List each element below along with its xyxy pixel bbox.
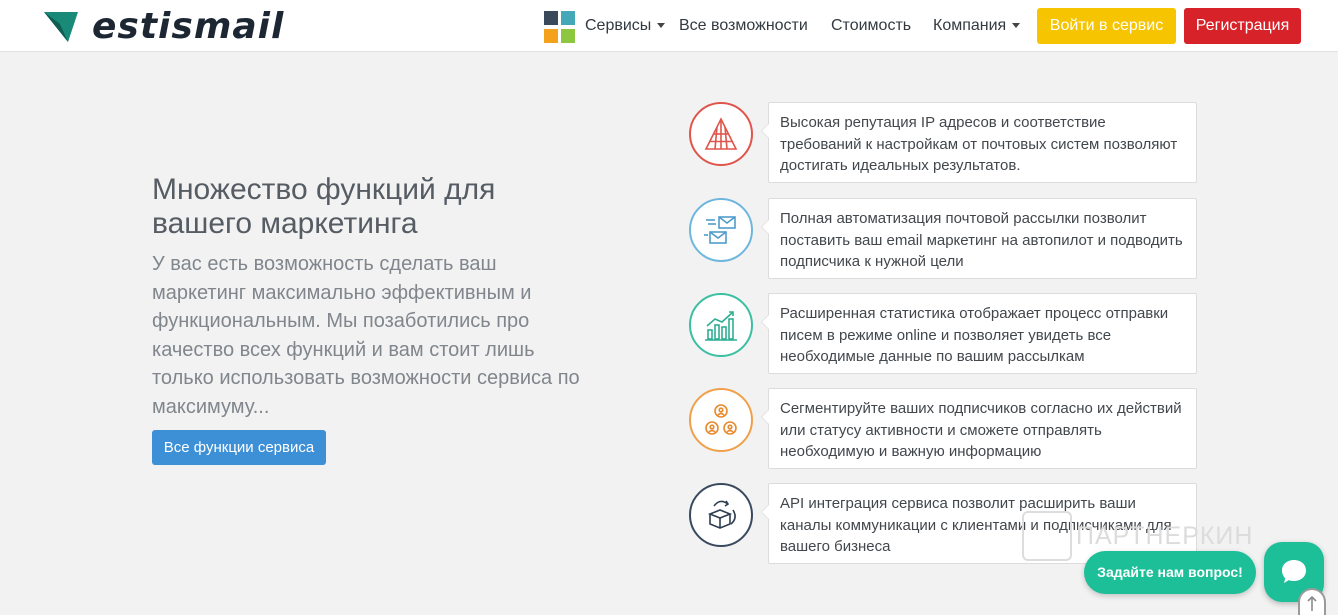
- feature-icon-5: [689, 483, 753, 547]
- pyramid-icon: [704, 117, 738, 150]
- feature-card-segmentation: Сегментируйте ваших подписчиков согласно…: [761, 388, 1197, 469]
- feature-icon-4: [689, 388, 753, 452]
- brand-logo[interactable]: estismail: [44, 6, 285, 47]
- feature-icon-1: [689, 102, 753, 166]
- chat-prompt-bubble[interactable]: Задайте нам вопрос!: [1084, 551, 1256, 594]
- chat-icon: [1282, 560, 1306, 583]
- chevron-down-icon: [657, 23, 666, 29]
- register-button[interactable]: Регистрация: [1184, 8, 1301, 44]
- brand-name: estismail: [92, 6, 285, 47]
- grid-square: [561, 28, 575, 43]
- login-button[interactable]: Войти в сервис: [1037, 8, 1176, 44]
- nav-company[interactable]: Компания: [933, 14, 1021, 38]
- grid-square: [561, 11, 575, 25]
- arrow-up-icon: [1307, 595, 1317, 611]
- all-features-button[interactable]: Все функции сервиса: [152, 430, 326, 465]
- scroll-to-top-button[interactable]: [1298, 588, 1326, 615]
- feature-icon-3: [689, 293, 753, 357]
- services-grid-icon[interactable]: [544, 11, 576, 43]
- feature-card-automation: Полная автоматизация почтовой рассылки п…: [761, 198, 1197, 279]
- feature-text: Сегментируйте ваших подписчиков согласно…: [780, 400, 1182, 460]
- nav-all-features[interactable]: Все возможности: [679, 14, 808, 38]
- nav-services[interactable]: Сервисы: [585, 14, 666, 38]
- feature-icon-2: [689, 198, 753, 262]
- watermark-icon: [1022, 511, 1072, 561]
- hero-description: У вас есть возможность сделать ваш марке…: [152, 253, 580, 418]
- chevron-down-icon: [1012, 23, 1021, 29]
- feature-card-statistics: Расширенная статистика отображает процес…: [761, 293, 1197, 374]
- feature-text: Расширенная статистика отображает процес…: [780, 305, 1169, 365]
- grid-square: [544, 11, 558, 25]
- segmentation-icon: [705, 404, 737, 435]
- feature-text: Высокая репутация IP адресов и соответст…: [780, 114, 1178, 174]
- statistics-icon: [705, 311, 737, 341]
- nav-pricing[interactable]: Стоимость: [831, 14, 911, 38]
- nav-pricing-label: Стоимость: [831, 17, 912, 34]
- email-send-icon: [704, 216, 736, 244]
- nav-all-features-label: Все возможности: [679, 17, 808, 34]
- nav-services-label: Сервисы: [585, 17, 652, 34]
- grid-square: [544, 28, 558, 43]
- feature-card-reputation: Высокая репутация IP адресов и соответст…: [761, 102, 1197, 183]
- api-integration-icon: [707, 500, 736, 529]
- hero-title: Множество функций для вашего маркетинга: [152, 173, 496, 240]
- logo-icon: [44, 12, 78, 42]
- feature-text: Полная автоматизация почтовой рассылки п…: [780, 210, 1183, 270]
- watermark-text: ПАРТНЕРКИН: [1076, 521, 1254, 550]
- top-navbar: estismail Сервисы Все возможности Стоимо…: [0, 0, 1338, 52]
- nav-company-label: Компания: [933, 17, 1007, 34]
